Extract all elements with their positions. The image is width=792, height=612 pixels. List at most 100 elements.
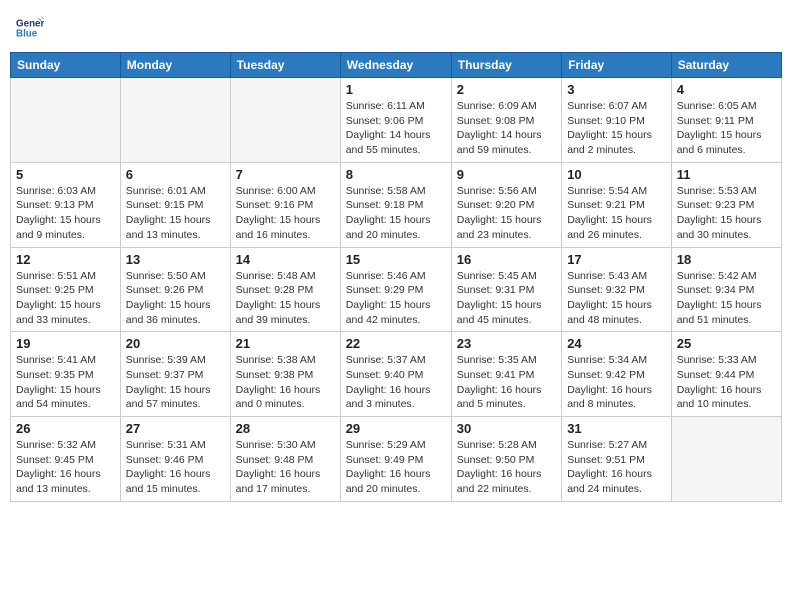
day-number: 20 xyxy=(126,336,225,351)
calendar-cell: 10 Sunrise: 5:54 AMSunset: 9:21 PMDayligh… xyxy=(562,162,672,247)
calendar-cell: 18 Sunrise: 5:42 AMSunset: 9:34 PMDayligh… xyxy=(671,247,781,332)
day-info: Sunrise: 5:34 AMSunset: 9:42 PMDaylight:… xyxy=(567,353,666,412)
weekday-header-wednesday: Wednesday xyxy=(340,53,451,78)
day-number: 4 xyxy=(677,82,776,97)
day-info: Sunrise: 5:32 AMSunset: 9:45 PMDaylight:… xyxy=(16,438,115,497)
day-number: 29 xyxy=(346,421,446,436)
calendar-cell xyxy=(230,78,340,163)
weekday-header-monday: Monday xyxy=(120,53,230,78)
day-number: 22 xyxy=(346,336,446,351)
weekday-header-thursday: Thursday xyxy=(451,53,561,78)
calendar-cell: 22 Sunrise: 5:37 AMSunset: 9:40 PMDayligh… xyxy=(340,332,451,417)
day-number: 6 xyxy=(126,167,225,182)
day-number: 14 xyxy=(236,252,335,267)
calendar-cell xyxy=(120,78,230,163)
calendar-cell: 25 Sunrise: 5:33 AMSunset: 9:44 PMDayligh… xyxy=(671,332,781,417)
day-number: 17 xyxy=(567,252,666,267)
calendar-cell: 6 Sunrise: 6:01 AMSunset: 9:15 PMDaylight… xyxy=(120,162,230,247)
day-info: Sunrise: 5:33 AMSunset: 9:44 PMDaylight:… xyxy=(677,353,776,412)
day-info: Sunrise: 5:43 AMSunset: 9:32 PMDaylight:… xyxy=(567,269,666,328)
calendar-cell: 26 Sunrise: 5:32 AMSunset: 9:45 PMDayligh… xyxy=(11,417,121,502)
calendar-cell: 11 Sunrise: 5:53 AMSunset: 9:23 PMDayligh… xyxy=(671,162,781,247)
day-info: Sunrise: 5:45 AMSunset: 9:31 PMDaylight:… xyxy=(457,269,556,328)
svg-text:Blue: Blue xyxy=(16,28,38,39)
calendar-cell: 2 Sunrise: 6:09 AMSunset: 9:08 PMDaylight… xyxy=(451,78,561,163)
day-info: Sunrise: 5:53 AMSunset: 9:23 PMDaylight:… xyxy=(677,184,776,243)
calendar-cell: 15Sunrise: 5:46 AMSunset: 9:29 PMDayligh… xyxy=(340,247,451,332)
day-number: 8 xyxy=(346,167,446,182)
calendar-cell: 31Sunrise: 5:27 AMSunset: 9:51 PMDayligh… xyxy=(562,417,672,502)
day-number: 12 xyxy=(16,252,115,267)
day-number: 11 xyxy=(677,167,776,182)
calendar-cell: 28 Sunrise: 5:30 AMSunset: 9:48 PMDayligh… xyxy=(230,417,340,502)
calendar-table: SundayMondayTuesdayWednesdayThursdayFrid… xyxy=(10,52,782,502)
day-number: 25 xyxy=(677,336,776,351)
day-info: Sunrise: 5:58 AMSunset: 9:18 PMDaylight:… xyxy=(346,184,446,243)
day-info: Sunrise: 5:54 AMSunset: 9:21 PMDaylight:… xyxy=(567,184,666,243)
day-info: Sunrise: 5:31 AMSunset: 9:46 PMDaylight:… xyxy=(126,438,225,497)
day-number: 21 xyxy=(236,336,335,351)
calendar-cell: 23 Sunrise: 5:35 AMSunset: 9:41 PMDayligh… xyxy=(451,332,561,417)
weekday-header-friday: Friday xyxy=(562,53,672,78)
calendar-cell: 13Sunrise: 5:50 AMSunset: 9:26 PMDayligh… xyxy=(120,247,230,332)
day-number: 2 xyxy=(457,82,556,97)
day-number: 15 xyxy=(346,252,446,267)
day-number: 7 xyxy=(236,167,335,182)
calendar-cell: 17 Sunrise: 5:43 AMSunset: 9:32 PMDayligh… xyxy=(562,247,672,332)
day-info: Sunrise: 6:05 AMSunset: 9:11 PMDaylight:… xyxy=(677,99,776,158)
logo-icon: General Blue xyxy=(16,14,44,42)
weekday-header-sunday: Sunday xyxy=(11,53,121,78)
day-number: 1 xyxy=(346,82,446,97)
calendar-cell: 29Sunrise: 5:29 AMSunset: 9:49 PMDayligh… xyxy=(340,417,451,502)
calendar-cell: 8 Sunrise: 5:58 AMSunset: 9:18 PMDaylight… xyxy=(340,162,451,247)
day-number: 9 xyxy=(457,167,556,182)
calendar-cell: 21Sunrise: 5:38 AMSunset: 9:38 PMDayligh… xyxy=(230,332,340,417)
calendar-week-row: 12 Sunrise: 5:51 AMSunset: 9:25 PMDayligh… xyxy=(11,247,782,332)
calendar-cell: 30Sunrise: 5:28 AMSunset: 9:50 PMDayligh… xyxy=(451,417,561,502)
calendar-cell: 1Sunrise: 6:11 AMSunset: 9:06 PMDaylight… xyxy=(340,78,451,163)
calendar-cell: 9Sunrise: 5:56 AMSunset: 9:20 PMDaylight… xyxy=(451,162,561,247)
day-info: Sunrise: 6:07 AMSunset: 9:10 PMDaylight:… xyxy=(567,99,666,158)
calendar-cell: 4 Sunrise: 6:05 AMSunset: 9:11 PMDaylight… xyxy=(671,78,781,163)
day-number: 31 xyxy=(567,421,666,436)
calendar-cell: 19 Sunrise: 5:41 AMSunset: 9:35 PMDayligh… xyxy=(11,332,121,417)
calendar-cell xyxy=(671,417,781,502)
logo: General Blue xyxy=(16,14,44,42)
page-header: General Blue xyxy=(10,10,782,46)
day-info: Sunrise: 6:01 AMSunset: 9:15 PMDaylight:… xyxy=(126,184,225,243)
calendar-cell: 27Sunrise: 5:31 AMSunset: 9:46 PMDayligh… xyxy=(120,417,230,502)
calendar-cell: 14Sunrise: 5:48 AMSunset: 9:28 PMDayligh… xyxy=(230,247,340,332)
day-info: Sunrise: 5:51 AMSunset: 9:25 PMDaylight:… xyxy=(16,269,115,328)
day-info: Sunrise: 6:03 AMSunset: 9:13 PMDaylight:… xyxy=(16,184,115,243)
day-info: Sunrise: 5:37 AMSunset: 9:40 PMDaylight:… xyxy=(346,353,446,412)
day-number: 13 xyxy=(126,252,225,267)
day-number: 23 xyxy=(457,336,556,351)
calendar-cell: 20 Sunrise: 5:39 AMSunset: 9:37 PMDayligh… xyxy=(120,332,230,417)
day-number: 28 xyxy=(236,421,335,436)
calendar-cell: 12 Sunrise: 5:51 AMSunset: 9:25 PMDayligh… xyxy=(11,247,121,332)
calendar-week-row: 19 Sunrise: 5:41 AMSunset: 9:35 PMDayligh… xyxy=(11,332,782,417)
calendar-week-row: 1Sunrise: 6:11 AMSunset: 9:06 PMDaylight… xyxy=(11,78,782,163)
day-info: Sunrise: 5:30 AMSunset: 9:48 PMDaylight:… xyxy=(236,438,335,497)
calendar-cell: 3 Sunrise: 6:07 AMSunset: 9:10 PMDaylight… xyxy=(562,78,672,163)
calendar-week-row: 5Sunrise: 6:03 AMSunset: 9:13 PMDaylight… xyxy=(11,162,782,247)
calendar-week-row: 26 Sunrise: 5:32 AMSunset: 9:45 PMDayligh… xyxy=(11,417,782,502)
calendar-cell: 16Sunrise: 5:45 AMSunset: 9:31 PMDayligh… xyxy=(451,247,561,332)
day-info: Sunrise: 5:39 AMSunset: 9:37 PMDaylight:… xyxy=(126,353,225,412)
calendar-cell: 7 Sunrise: 6:00 AMSunset: 9:16 PMDaylight… xyxy=(230,162,340,247)
day-number: 10 xyxy=(567,167,666,182)
day-number: 30 xyxy=(457,421,556,436)
day-info: Sunrise: 5:41 AMSunset: 9:35 PMDaylight:… xyxy=(16,353,115,412)
day-number: 3 xyxy=(567,82,666,97)
day-info: Sunrise: 5:35 AMSunset: 9:41 PMDaylight:… xyxy=(457,353,556,412)
day-info: Sunrise: 6:00 AMSunset: 9:16 PMDaylight:… xyxy=(236,184,335,243)
day-number: 18 xyxy=(677,252,776,267)
day-info: Sunrise: 6:09 AMSunset: 9:08 PMDaylight:… xyxy=(457,99,556,158)
day-info: Sunrise: 5:42 AMSunset: 9:34 PMDaylight:… xyxy=(677,269,776,328)
calendar-cell xyxy=(11,78,121,163)
weekday-header-row: SundayMondayTuesdayWednesdayThursdayFrid… xyxy=(11,53,782,78)
day-number: 19 xyxy=(16,336,115,351)
weekday-header-saturday: Saturday xyxy=(671,53,781,78)
calendar-cell: 5Sunrise: 6:03 AMSunset: 9:13 PMDaylight… xyxy=(11,162,121,247)
day-number: 26 xyxy=(16,421,115,436)
